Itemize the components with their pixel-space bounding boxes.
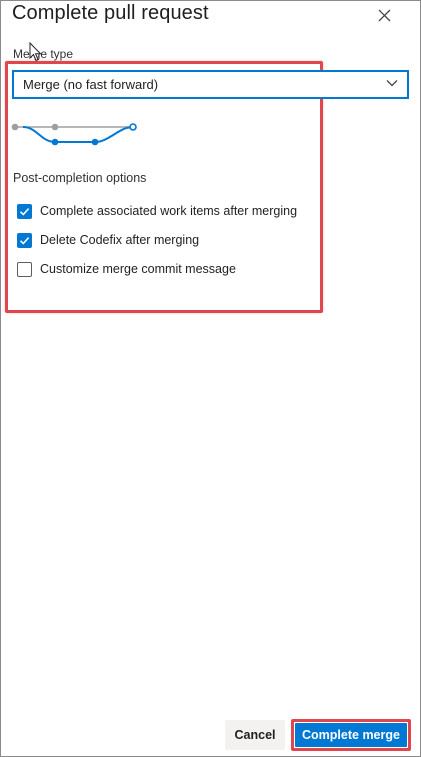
close-icon [378,9,390,21]
dialog-title: Complete pull request [12,2,209,24]
close-button[interactable] [373,4,395,26]
option-label-complete-work-items: Complete associated work items after mer… [40,204,298,218]
merge-strategy-diagram [11,123,137,146]
option-customize-message[interactable]: Customize merge commit message [17,261,236,277]
merge-commit-dot [129,123,137,131]
post-completion-title: Post-completion options [13,171,147,185]
complete-merge-button[interactable]: Complete merge [295,723,407,747]
option-label-customize-message: Customize merge commit message [40,262,236,276]
checkbox-delete-branch[interactable] [17,232,32,248]
option-complete-work-items[interactable]: Complete associated work items after mer… [17,203,297,219]
target-commit-dot [51,123,59,131]
merge-type-dropdown[interactable]: Merge (no fast forward) [12,70,409,99]
chevron-down-icon [386,80,398,87]
checkbox-customize-message[interactable] [17,261,32,277]
merge-type-selected-value: Merge (no fast forward) [23,77,159,92]
source-commit-dot-2 [91,138,99,146]
checkbox-complete-work-items[interactable] [17,203,32,219]
base-commit-dot [11,123,19,131]
option-delete-branch[interactable]: Delete Codefix after merging [17,232,199,248]
checkmark-icon [19,236,30,245]
option-label-delete-branch: Delete Codefix after merging [40,233,200,247]
merge-type-label: Merge type [13,47,74,61]
source-commit-dot-1 [51,138,59,146]
checkmark-icon [19,207,30,216]
mouse-cursor-icon [29,42,42,62]
cancel-button[interactable]: Cancel [225,720,285,750]
